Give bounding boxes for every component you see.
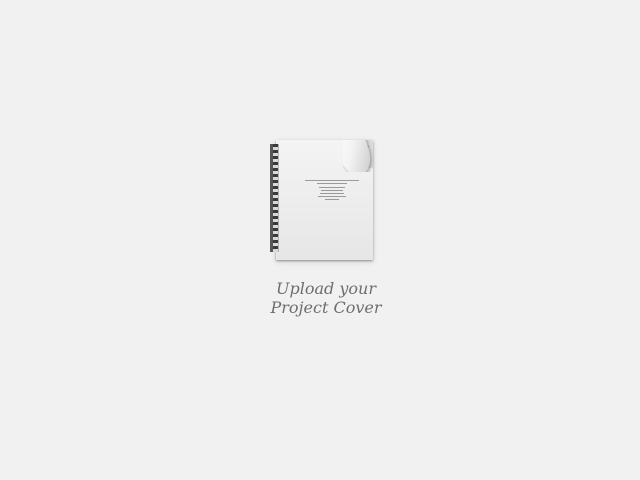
document-text-placeholder [304,180,360,202]
document-icon [276,140,373,260]
upload-cover-button[interactable]: Upload your Project Cover [270,136,382,322]
upload-caption: Upload your Project Cover [270,279,382,317]
caption-line-2: Project Cover [270,298,382,317]
caption-line-1: Upload your [276,279,376,298]
page-curl-icon [343,140,373,172]
upload-stage: Upload your Project Cover [0,0,640,480]
